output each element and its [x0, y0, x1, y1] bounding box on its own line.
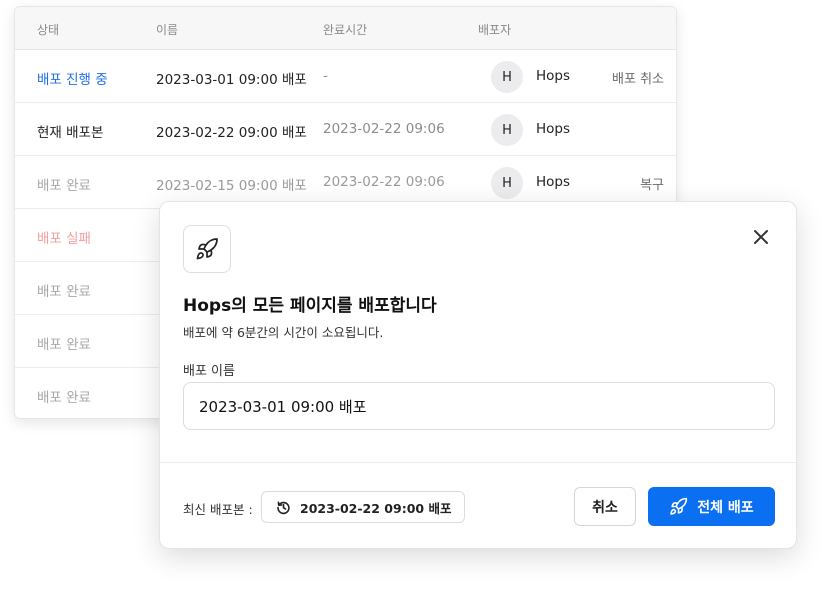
history-icon — [277, 500, 290, 514]
avatar: H — [491, 114, 523, 146]
completed-time: - — [323, 68, 328, 84]
rocket-icon — [196, 238, 218, 260]
deploy-name-label: 배포 이름 — [183, 364, 235, 379]
deploy-name: 2023-02-15 09:00 배포 — [156, 178, 307, 194]
deploy-all-label: 전체 배포 — [697, 499, 754, 516]
table-row[interactable]: 배포 진행 중 2023-03-01 09:00 배포 - H Hops 배포 … — [15, 50, 676, 103]
status-label: 배포 완료 — [37, 178, 91, 194]
latest-deploy-chip[interactable]: 2023-02-22 09:00 배포 — [261, 491, 465, 523]
deployer-name: Hops — [536, 121, 571, 137]
status-label: 배포 실패 — [37, 231, 91, 247]
completed-time: 2023-02-22 09:06 — [323, 121, 445, 137]
deploy-modal: Hops의 모든 페이지를 배포합니다 배포에 약 6분간의 시간이 소요됩니다… — [159, 201, 797, 549]
avatar: H — [491, 167, 523, 199]
modal-title: Hops의 모든 페이지를 배포합니다 — [183, 296, 437, 316]
rocket-icon — [670, 497, 688, 515]
header-status: 상태 — [37, 23, 60, 37]
deploy-name-input[interactable] — [183, 382, 775, 430]
latest-deploy-value: 2023-02-22 09:00 배포 — [300, 500, 452, 516]
divider — [160, 462, 796, 463]
status-label: 현재 배포본 — [37, 125, 104, 141]
completed-time: 2023-02-22 09:06 — [323, 174, 445, 190]
close-icon — [754, 230, 768, 244]
status-label: 배포 완료 — [37, 337, 91, 353]
status-label: 배포 진행 중 — [37, 72, 108, 88]
restore-link[interactable]: 복구 — [640, 174, 664, 193]
deployer-name: Hops — [536, 68, 571, 84]
cancel-button[interactable]: 취소 — [574, 487, 636, 526]
header-completed-time: 완료시간 — [323, 23, 368, 37]
avatar: H — [491, 61, 523, 93]
status-label: 배포 완료 — [37, 390, 91, 406]
deployer-name: Hops — [536, 174, 571, 190]
latest-deploy-label: 최신 배포본 : — [183, 502, 253, 517]
table-row[interactable]: 현재 배포본 2023-02-22 09:00 배포 2023-02-22 09… — [15, 103, 676, 156]
modal-icon-container — [183, 225, 231, 273]
deploy-all-button[interactable]: 전체 배포 — [648, 487, 775, 526]
close-button[interactable] — [750, 226, 772, 248]
table-header: 상태 이름 완료시간 배포자 — [15, 7, 676, 50]
deploy-name: 2023-02-22 09:00 배포 — [156, 125, 307, 141]
header-deployer: 배포자 — [478, 23, 512, 37]
deploy-name: 2023-03-01 09:00 배포 — [156, 72, 307, 88]
status-label: 배포 완료 — [37, 284, 91, 300]
header-name: 이름 — [156, 23, 179, 37]
modal-description: 배포에 약 6분간의 시간이 소요됩니다. — [183, 325, 384, 340]
cancel-deploy-link[interactable]: 배포 취소 — [612, 68, 664, 87]
